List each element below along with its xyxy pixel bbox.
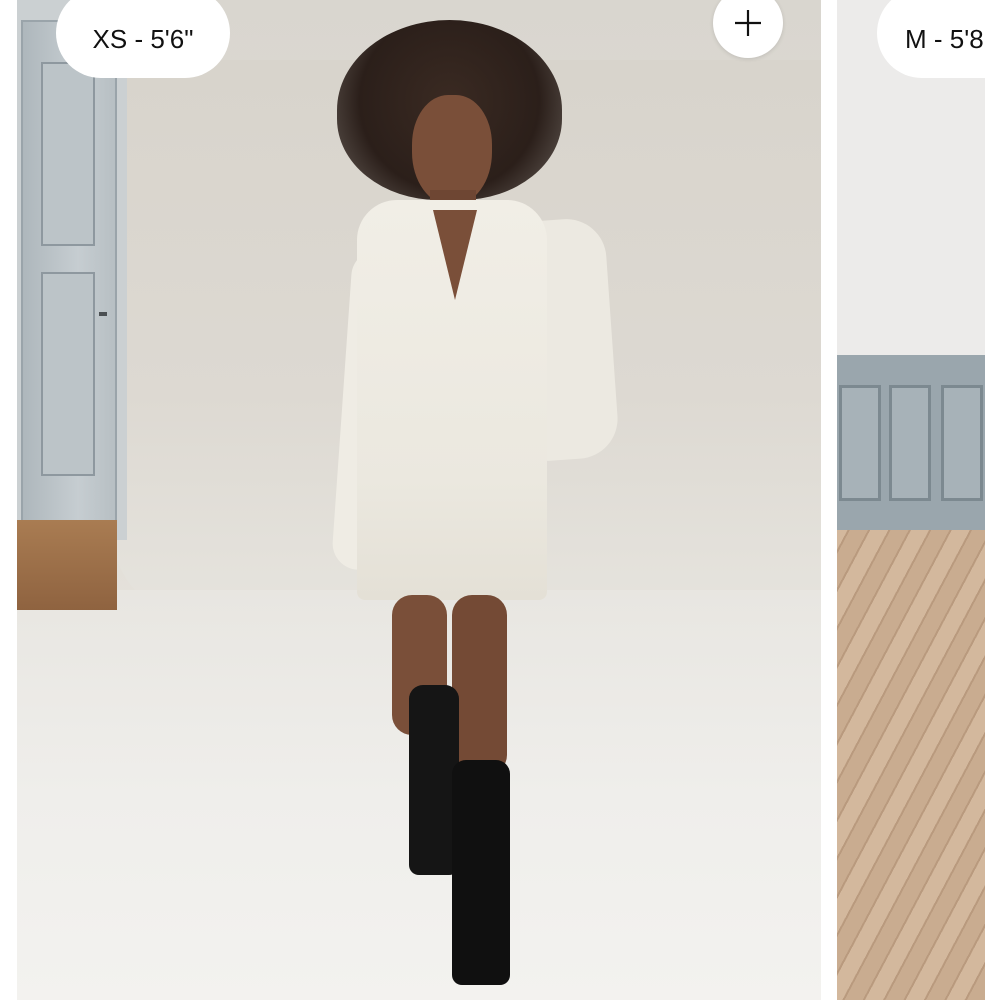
gallery-image-card[interactable] [17,0,821,1000]
wainscot-panel [889,385,931,501]
wainscot-panel [941,385,983,501]
model-size-label-next: M - 5'8 [877,0,985,78]
gallery-image-card-next[interactable] [837,0,985,1000]
plus-icon [735,10,761,36]
door-handle [99,312,107,316]
model-figure [327,20,627,1000]
background-wall [17,0,127,540]
door-panel [41,62,95,246]
room-wainscoting [837,355,985,535]
gallery-edge [985,0,1000,1000]
door-panel [41,272,95,476]
background-door [21,20,117,524]
wooden-floor [17,520,117,610]
boot-right [452,760,510,985]
model-size-label: XS - 5'6" [56,0,230,78]
model-face [412,95,492,205]
model-leg-right [452,595,507,775]
product-image-gallery[interactable]: XS - 5'6" M - 5'8 [0,0,1000,1000]
wainscot-panel [839,385,881,501]
dress-neckline [433,210,477,300]
room-wooden-floor [837,530,985,1000]
